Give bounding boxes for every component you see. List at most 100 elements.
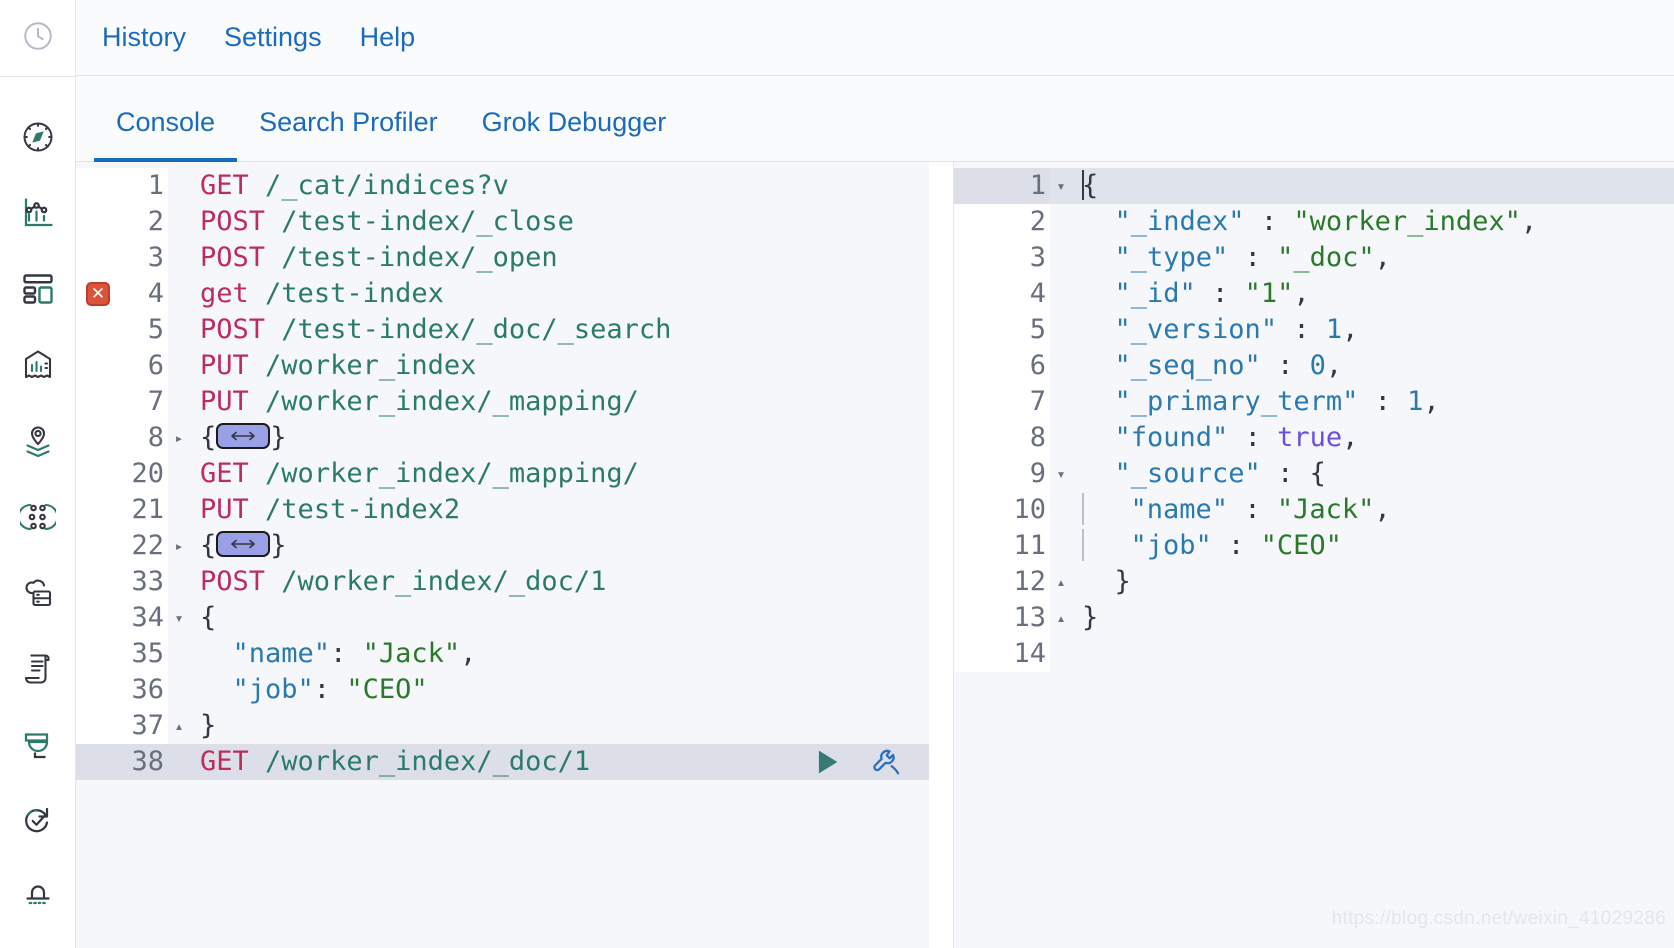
nav-link-settings[interactable]: Settings [216,18,330,57]
editor-line[interactable]: 2 "_index" : "worker_index", [954,204,1674,240]
code-token-m: PUT [200,350,249,381]
fold-toggle-open[interactable]: ▾ [1050,456,1072,492]
sidebar-item-logs[interactable] [0,631,76,707]
code-token-p: , [1520,206,1538,237]
editor-line[interactable]: 37 ▴} [76,708,929,744]
code-text: POST /test-index/_doc/_search [190,312,929,348]
editor-line[interactable]: 38 GET /worker_index/_doc/1 [76,744,929,780]
sidebar-item-graph[interactable] [0,479,76,555]
editor-line[interactable]: 33 POST /worker_index/_doc/1 [76,564,929,600]
code-token-p: : [1211,530,1261,561]
editor-line[interactable]: 6 PUT /worker_index [76,348,929,384]
line-number: 3 [76,240,168,276]
fold-toggle-closed[interactable]: ▸ [168,528,190,564]
editor-line[interactable]: 36 "job": "CEO" [76,672,929,708]
sidebar-item-dashboard[interactable] [0,251,76,327]
editor-line[interactable]: 21 PUT /test-index2 [76,492,929,528]
code-text: { [1072,168,1674,204]
editor-line[interactable]: 22 ▸{} [76,528,929,564]
code-text: PUT /test-index2 [190,492,929,528]
code-token-k: "found" [1114,422,1229,453]
fold-toggle-end[interactable]: ▴ [168,708,190,744]
code-token-u: /worker_index/_mapping/ [265,386,639,417]
code-token-p: , [1374,242,1391,273]
fold-toggle-open[interactable]: ▾ [1050,168,1072,204]
recently-viewed-clock-icon [21,19,55,58]
sidebar-item-uptime[interactable] [0,783,76,859]
response-pane[interactable]: 1 ▾{2 "_index" : "worker_index", 3 "_type"… [953,162,1674,948]
editor-line[interactable]: 5 "_version" : 1, [954,312,1674,348]
line-number: 12 [954,564,1050,600]
editor-line[interactable]: 14 [954,636,1674,672]
console-request-editor[interactable]: 1 GET /_cat/indices?v 2 POST /test-index/_c… [76,162,929,948]
editor-line[interactable]: 2 POST /test-index/_close [76,204,929,240]
sidebar-item-visualize[interactable] [0,175,76,251]
editor-line[interactable]: 12 ▴ } [954,564,1674,600]
fold-placeholder-badge[interactable] [216,530,271,557]
code-token-m: PUT [200,494,249,525]
request-pane[interactable]: 1 GET /_cat/indices?v 2 POST /test-index/_c… [76,162,929,948]
fold-toggle-end[interactable]: ▴ [1050,564,1072,600]
editor-line[interactable]: 3 POST /test-index/_open [76,240,929,276]
pane-resizer[interactable] [929,162,953,948]
nav-link-help[interactable]: Help [352,18,424,57]
editor-line[interactable]: 11 "job" : "CEO" [954,528,1674,564]
editor-line[interactable]: 4 ✕ get /test-index [76,276,929,312]
editor-line[interactable]: 6 "_seq_no" : 0, [954,348,1674,384]
sidebar-item-siem[interactable] [0,859,76,935]
fold-placeholder-badge[interactable] [216,422,271,449]
sidebar-item-apm[interactable] [0,707,76,783]
editor-line[interactable]: 7 PUT /worker_index/_mapping/ [76,384,929,420]
uptime-check-icon [20,803,56,839]
code-token-s: "Jack" [362,638,461,669]
code-text: get /test-index [190,276,929,312]
recently-viewed-button[interactable] [0,0,75,76]
editor-line[interactable]: 20 GET /worker_index/_mapping/ [76,456,929,492]
code-token-p: { [200,530,217,561]
code-text: "job" : "CEO" [1072,528,1674,564]
code-token-p [200,674,233,705]
editor-line[interactable]: 7 "_primary_term" : 1, [954,384,1674,420]
tab-grok-debugger[interactable]: Grok Debugger [460,107,689,162]
console-split: 1 GET /_cat/indices?v 2 POST /test-index/_c… [76,162,1674,948]
editor-line[interactable]: 1 GET /_cat/indices?v [76,168,929,204]
editor-line[interactable]: 1 ▾ { [954,168,1674,204]
line-number: 13 [954,600,1050,636]
editor-line[interactable]: 34 ▾ { [76,600,929,636]
tab-console[interactable]: Console [94,107,238,162]
line-number: 34 [76,600,168,636]
editor-line[interactable]: 5 POST /test-index/_doc/_search [76,312,929,348]
editor-line[interactable]: 35 "name": "Jack", [76,636,929,672]
code-token-p: } [1082,602,1099,633]
editor-line[interactable]: 3 "_type" : "_doc", [954,240,1674,276]
editor-line[interactable]: 13 ▴} [954,600,1674,636]
editor-line[interactable]: 4 "_id" : "1", [954,276,1674,312]
fold-toggle-closed[interactable]: ▸ [168,420,190,456]
request-options-wrench-icon[interactable] [869,745,903,779]
editor-line[interactable]: 8 "found" : true, [954,420,1674,456]
fold-toggle-open[interactable]: ▾ [168,600,190,636]
code-token-k: "name" [1130,494,1229,525]
code-token-m: POST [200,242,266,273]
canvas-icon [20,347,56,383]
compass-discover-icon [20,119,56,155]
editor-line[interactable]: 10 "name" : "Jack", [954,492,1674,528]
fold-toggle-end[interactable]: ▴ [1050,600,1072,636]
error-marker-icon[interactable]: ✕ [86,282,110,306]
editor-line[interactable]: 8 ▸{} [76,420,929,456]
nav-link-history[interactable]: History [94,18,194,57]
sidebar-item-discover[interactable] [0,99,76,175]
sidebar-item-canvas[interactable] [0,327,76,403]
play-request-icon[interactable] [809,745,843,779]
sidebar-item-maps[interactable] [0,403,76,479]
code-token-k: "name" [232,638,331,669]
sidebar-item-machine-learning[interactable] [0,555,76,631]
code-token-p: } [200,710,217,741]
line-number: 11 [954,528,1050,564]
code-token-s: "1" [1244,278,1294,309]
tab-search-profiler[interactable]: Search Profiler [237,107,460,162]
editor-line[interactable]: 9 ▾ "_source" : { [954,456,1674,492]
code-text: "_source" : { [1072,456,1674,492]
line-number: 10 [954,492,1050,528]
